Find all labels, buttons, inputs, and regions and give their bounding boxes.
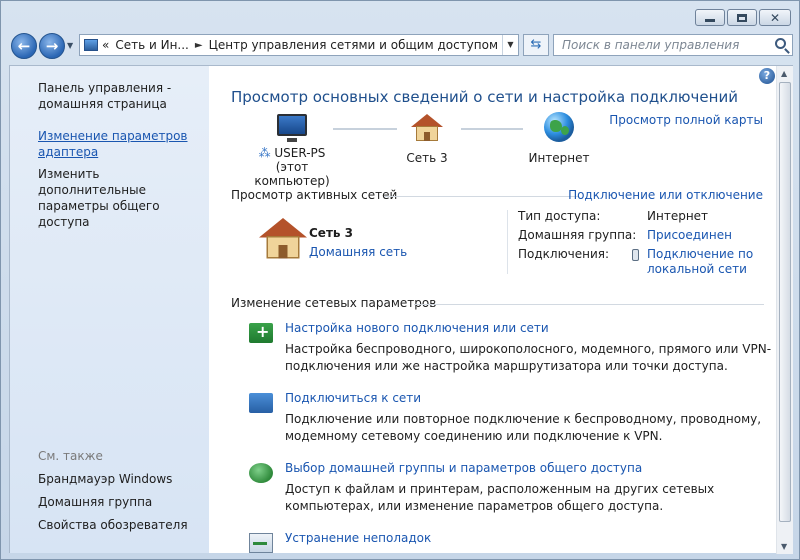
sidebar-link-internet-options[interactable]: Свойства обозревателя bbox=[38, 518, 188, 532]
connect-disconnect-link[interactable]: Подключение или отключение bbox=[568, 188, 763, 202]
address-dropdown-icon[interactable]: ▼ bbox=[502, 35, 518, 55]
access-type-label: Тип доступа: bbox=[518, 209, 601, 223]
arrow-left-icon: ← bbox=[17, 37, 31, 55]
refresh-icon: ⇆ bbox=[530, 37, 542, 52]
active-network-icon-wrap bbox=[251, 218, 307, 260]
map-node-computer[interactable]: ⁂ USER-PS (этот компьютер) bbox=[247, 114, 337, 188]
breadcrumb-separator-icon[interactable]: ► bbox=[195, 40, 203, 51]
minimize-button[interactable] bbox=[695, 9, 725, 26]
new-connection-icon bbox=[249, 322, 273, 343]
connections-label: Подключения: bbox=[518, 247, 610, 261]
close-icon: ✕ bbox=[769, 10, 781, 25]
network-computer-icon: ⁂ bbox=[258, 146, 271, 160]
search-placeholder: Поиск в панели управления bbox=[562, 38, 740, 52]
vertical-divider bbox=[507, 210, 508, 274]
task-link[interactable]: Подключиться к сети bbox=[285, 391, 421, 405]
maximize-icon bbox=[737, 13, 747, 22]
control-panel-icon bbox=[84, 39, 98, 51]
scroll-down-icon[interactable]: ▼ bbox=[781, 542, 787, 551]
main-content: ? Просмотр основных сведений о сети и на… bbox=[209, 65, 793, 554]
access-type-value: Интернет bbox=[647, 209, 709, 223]
arrow-right-icon: → bbox=[45, 37, 59, 55]
page-title: Просмотр основных сведений о сети и наст… bbox=[231, 88, 738, 106]
computer-name-text: USER-PS bbox=[274, 146, 326, 160]
vertical-scrollbar[interactable]: ▲ ▼ bbox=[776, 66, 793, 554]
sidebar: Панель управления - домашняя страница Из… bbox=[9, 65, 209, 553]
change-settings-heading: Изменение сетевых параметров bbox=[231, 296, 437, 310]
help-icon[interactable]: ? bbox=[759, 68, 775, 84]
task-connect: Подключиться к сети Подключение или повт… bbox=[249, 391, 769, 451]
sidebar-link-adapter[interactable]: Изменение параметров адаптера bbox=[38, 128, 188, 160]
task-link[interactable]: Устранение неполадок bbox=[285, 531, 431, 545]
computer-name: ⁂ USER-PS bbox=[247, 146, 337, 160]
window-frame: ✕ ← → ▼ « Сеть и Ин... ► Центр управлени… bbox=[0, 0, 800, 560]
connect-network-icon bbox=[249, 393, 273, 413]
active-network-name: Сеть 3 bbox=[309, 226, 354, 240]
search-input[interactable]: Поиск в панели управления bbox=[553, 34, 793, 56]
task-troubleshoot: Устранение неполадок bbox=[249, 531, 769, 553]
breadcrumb-overflow[interactable]: « bbox=[102, 38, 109, 52]
sidebar-link-sharing[interactable]: Изменить дополнительные параметры общего… bbox=[38, 166, 203, 230]
scrollbar-thumb[interactable] bbox=[779, 82, 791, 522]
recent-pages-dropdown[interactable]: ▼ bbox=[67, 41, 73, 50]
navigation-bar: ← → ▼ « Сеть и Ин... ► Центр управления … bbox=[9, 32, 793, 60]
caption-buttons: ✕ bbox=[695, 9, 791, 26]
computer-icon bbox=[277, 114, 307, 142]
homegroup-label: Домашняя группа: bbox=[518, 228, 637, 242]
breadcrumb-network-center[interactable]: Центр управления сетями и общим доступом bbox=[209, 38, 498, 52]
map-internet-label: Интернет bbox=[528, 151, 590, 165]
homegroup-value-link[interactable]: Присоединен bbox=[647, 228, 732, 242]
sidebar-link-homegroup[interactable]: Домашняя группа bbox=[38, 495, 152, 509]
back-button[interactable]: ← bbox=[11, 33, 37, 59]
homegroup-icon bbox=[249, 463, 273, 483]
see-also-heading: См. также bbox=[38, 449, 103, 463]
plug-icon bbox=[632, 249, 639, 261]
search-icon[interactable] bbox=[775, 38, 786, 49]
maximize-button[interactable] bbox=[727, 9, 757, 26]
sidebar-link-home[interactable]: Панель управления - домашняя страница bbox=[38, 80, 198, 112]
active-networks-heading: Просмотр активных сетей bbox=[231, 188, 398, 202]
map-network-name: Сеть 3 bbox=[406, 151, 448, 165]
task-link[interactable]: Выбор домашней группы и параметров общег… bbox=[285, 461, 642, 475]
refresh-button[interactable]: ⇆ bbox=[523, 34, 549, 56]
sidebar-link-firewall[interactable]: Брандмауэр Windows bbox=[38, 472, 172, 486]
task-link[interactable]: Настройка нового подключения или сети bbox=[285, 321, 549, 335]
full-map-link[interactable]: Просмотр полной карты bbox=[609, 113, 763, 127]
map-node-internet[interactable]: Интернет bbox=[519, 112, 599, 165]
task-description: Доступ к файлам и принтерам, расположенн… bbox=[285, 482, 715, 513]
task-new-connection: Настройка нового подключения или сети На… bbox=[249, 321, 771, 381]
section-divider bbox=[384, 196, 579, 197]
task-description: Настройка беспроводного, широкополосного… bbox=[285, 342, 772, 373]
map-link-line bbox=[333, 128, 397, 130]
breadcrumb-network-internet[interactable]: Сеть и Ин... bbox=[115, 38, 189, 52]
minimize-icon bbox=[705, 19, 715, 22]
task-homegroup: Выбор домашней группы и параметров общег… bbox=[249, 461, 769, 521]
home-network-icon bbox=[259, 218, 307, 260]
scroll-up-icon[interactable]: ▲ bbox=[781, 69, 787, 78]
task-description: Подключение или повторное подключение к … bbox=[285, 412, 762, 443]
map-node-network[interactable]: Сеть 3 bbox=[397, 114, 457, 165]
globe-icon bbox=[544, 112, 574, 142]
home-network-icon bbox=[411, 114, 443, 142]
address-bar[interactable]: « Сеть и Ин... ► Центр управления сетями… bbox=[79, 34, 519, 56]
active-network-type-link[interactable]: Домашняя сеть bbox=[309, 245, 407, 259]
troubleshoot-icon bbox=[249, 533, 273, 553]
forward-button[interactable]: → bbox=[39, 33, 65, 59]
connection-link[interactable]: Подключение по локальной сети bbox=[647, 247, 757, 277]
computer-note: (этот компьютер) bbox=[254, 160, 330, 188]
map-link-line bbox=[461, 128, 523, 130]
section-divider bbox=[414, 304, 764, 305]
close-button[interactable]: ✕ bbox=[759, 9, 791, 26]
